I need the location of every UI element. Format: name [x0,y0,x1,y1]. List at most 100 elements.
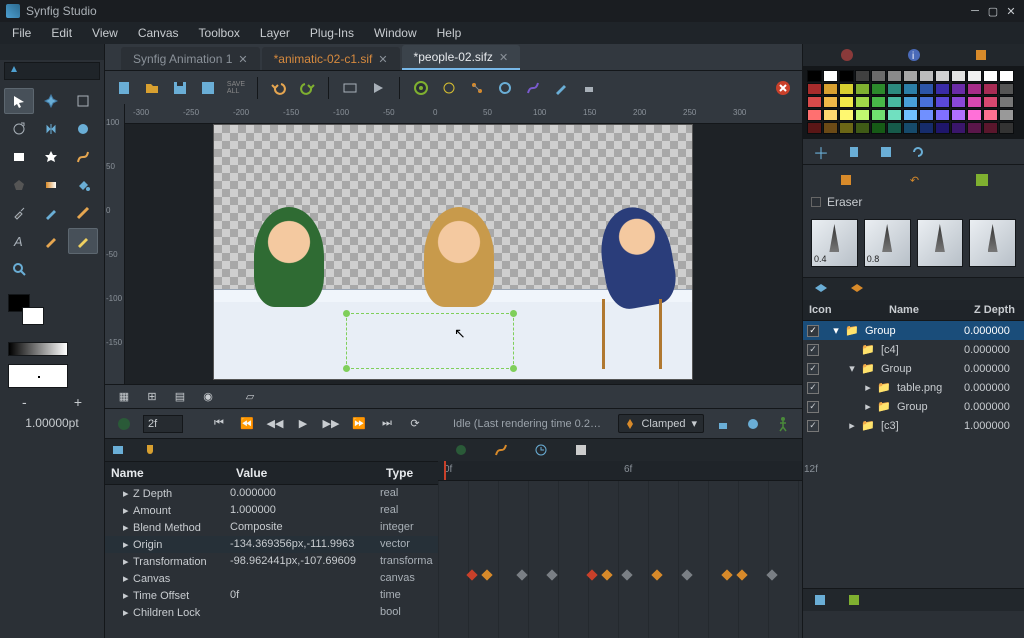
seek-start-icon[interactable]: ⏮ [209,414,229,434]
menu-layer[interactable]: Layer [252,24,298,42]
scale-tool[interactable] [68,88,98,114]
cutout-tool[interactable] [68,228,98,254]
col-icon[interactable]: Icon [803,300,883,320]
rotate-tool[interactable] [4,116,34,142]
palette-swatch[interactable] [823,96,838,108]
save-as-icon[interactable] [197,77,219,99]
close-button[interactable]: ✕ [1004,4,1018,18]
redo-icon[interactable] [296,77,318,99]
circle-tool[interactable] [68,116,98,142]
palette-swatch[interactable] [919,122,934,134]
palette-swatch[interactable] [967,70,982,82]
palette-swatch[interactable] [919,109,934,121]
doc-tab-1[interactable]: Synfig Animation 1✕ [121,47,260,70]
render-icon[interactable] [339,77,361,99]
smooth-move-tool[interactable] [36,88,66,114]
selection-box[interactable] [346,313,514,369]
visibility-checkbox[interactable]: ✓ [807,363,819,375]
palette-swatch[interactable] [839,122,854,134]
menu-toolbox[interactable]: Toolbox [191,24,248,42]
guides-toggle-icon[interactable]: ▤ [169,386,191,408]
doc-tab-3[interactable]: *people-02.sifz✕ [402,45,521,70]
navigator-tab-icon[interactable] [973,47,989,63]
palette-swatch[interactable] [887,83,902,95]
text-tool[interactable]: A [4,228,34,254]
palette-swatch[interactable] [807,122,822,134]
palette-swatch[interactable] [967,96,982,108]
visibility-checkbox[interactable]: ✓ [807,420,819,432]
brush-preset[interactable]: 0.4 [811,219,858,267]
maximize-button[interactable]: ▢ [986,4,1000,18]
palette-swatch[interactable] [919,83,934,95]
palette-swatch[interactable] [935,96,950,108]
timeline-body[interactable] [438,481,802,638]
onion-yellow-icon[interactable] [438,77,460,99]
save-icon[interactable] [169,77,191,99]
param-row[interactable]: ▸Origin-134.369356px,-111.9963vector [105,536,438,553]
param-row[interactable]: ▸Blend MethodCompositeinteger [105,519,438,536]
palette-swatch[interactable] [903,109,918,121]
seek-prev-kf-icon[interactable]: ⏪ [237,414,257,434]
palette-tab-icon[interactable] [839,47,855,63]
gradient-tool[interactable] [36,172,66,198]
expand-icon[interactable]: ▸ [847,419,857,432]
close-icon[interactable]: ✕ [238,53,247,66]
palette-swatch[interactable] [807,83,822,95]
palette-swatch[interactable] [871,109,886,121]
brush-pref-icon[interactable] [550,77,572,99]
play-icon[interactable]: ▶ [293,414,313,434]
seek-fwd-icon[interactable]: ▶▶ [321,414,341,434]
palette-swatch[interactable] [823,70,838,82]
palette-swatch[interactable] [983,109,998,121]
palette-swatch[interactable] [823,122,838,134]
palette-swatch[interactable] [983,83,998,95]
animate-man-icon[interactable] [772,413,794,435]
palette-swatch[interactable] [919,96,934,108]
tool-dropdown[interactable] [4,62,100,80]
library-tab-icon[interactable] [813,593,827,607]
seek-next-kf-icon[interactable]: ⏩ [349,414,369,434]
close-icon[interactable]: ✕ [499,51,508,64]
layer-row[interactable]: ✓ ▸ 📁 Group0.000000 [803,397,1024,416]
palette-swatch[interactable] [935,70,950,82]
menu-help[interactable]: Help [429,24,470,42]
palette-swatch[interactable] [951,109,966,121]
palette-swatch[interactable] [935,83,950,95]
undo-icon[interactable] [268,77,290,99]
menu-window[interactable]: Window [366,24,425,42]
keyframe-lock-icon[interactable] [712,413,734,435]
palette-swatch[interactable] [871,70,886,82]
brush-preset[interactable] [969,219,1016,267]
palette-swatch[interactable] [871,122,886,134]
palette-swatch[interactable] [903,83,918,95]
visibility-checkbox[interactable]: ✓ [807,382,819,394]
palette-swatch[interactable] [839,83,854,95]
palette-swatch[interactable] [999,109,1014,121]
palette-swatch[interactable] [855,70,870,82]
palette-swatch[interactable] [967,109,982,121]
palette-swatch[interactable] [983,70,998,82]
animate-mode-icon[interactable] [113,413,135,435]
palette-swatch[interactable] [807,96,822,108]
spline-tool[interactable] [68,144,98,170]
transform-tool[interactable] [4,88,34,114]
palette-swatch[interactable] [887,70,902,82]
visibility-checkbox[interactable]: ✓ [807,325,819,337]
outline-preview[interactable] [8,364,68,388]
interpolation-dropdown[interactable]: Clamped ▾ [618,414,704,433]
param-row[interactable]: ▸Canvascanvas [105,570,438,587]
palette-swatch[interactable] [887,96,902,108]
col-value[interactable]: Value [230,462,380,484]
palette-swatch[interactable] [855,109,870,121]
palette-swatch[interactable] [807,70,822,82]
minimize-button[interactable]: ─ [968,4,982,18]
loop-icon[interactable]: ⟳ [405,414,425,434]
menu-file[interactable]: File [4,24,39,42]
brush-prev-icon[interactable] [839,173,853,187]
keyframes-tab-icon[interactable] [143,443,157,457]
draw-tool[interactable] [36,228,66,254]
param-row[interactable]: ▸Children Lockbool [105,604,438,621]
metadata-tab-icon[interactable] [847,593,861,607]
width-tool[interactable] [68,200,98,226]
layer-row[interactable]: ✓ ▾ 📁 Group0.000000 [803,321,1024,340]
